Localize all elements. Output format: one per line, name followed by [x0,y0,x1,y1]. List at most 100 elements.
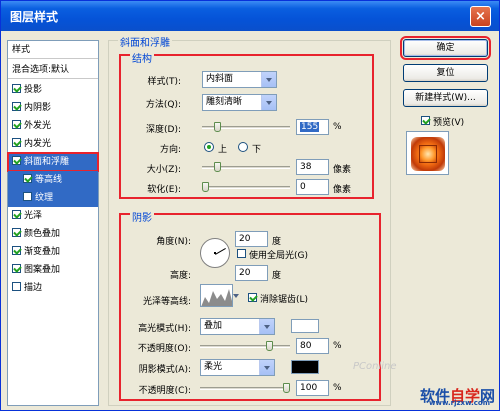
highlight-mode-label: 高光模式(H): [138,324,191,334]
style-item-label: 投影 [24,85,43,95]
style-item[interactable]: 光泽 [8,207,98,225]
style-item[interactable]: 内发光 [8,135,98,153]
style-item-checkbox[interactable] [12,156,21,165]
style-item[interactable]: 等高线 [8,171,98,189]
angle-input[interactable]: 20 [235,231,268,247]
depth-input[interactable]: 155 [296,119,329,135]
style-item-checkbox[interactable] [12,210,21,219]
styles-list: 样式 混合选项:默认 投影内阴影外发光内发光 斜面和浮雕等高线纹理光泽颜色叠加渐变… [7,40,99,406]
highlight-opacity-handle[interactable] [266,341,273,351]
highlight-opacity-slider[interactable] [200,341,290,351]
depth-slider[interactable] [202,122,290,132]
soften-input[interactable]: 0 [296,179,329,195]
watermark-url: www.rjzxw.com [429,399,490,407]
depth-unit: % [333,122,342,132]
direction-up-radio[interactable] [204,142,214,152]
style-item[interactable]: 斜面和浮雕 [7,152,99,172]
preview-checkbox[interactable] [421,116,430,125]
depth-slider-handle[interactable] [214,122,221,132]
depth-label: 深度(D): [146,125,181,135]
preview-label[interactable]: 预览(V) [433,115,464,128]
anti-aliased-checkbox[interactable] [248,293,257,302]
style-item[interactable]: 渐变叠加 [8,243,98,261]
shadow-color-swatch[interactable] [291,360,319,374]
gloss-contour-dropdown[interactable] [233,288,244,305]
style-item[interactable]: 图案叠加 [8,261,98,279]
style-item-checkbox[interactable] [12,120,21,129]
chevron-down-icon [261,72,276,87]
style-item[interactable]: 投影 [8,81,98,99]
ok-button[interactable]: 确定 [400,36,491,60]
highlight-opacity-unit: % [333,341,342,351]
altitude-input[interactable]: 20 [235,265,268,281]
technique-select[interactable]: 雕刻清晰 [202,94,277,111]
shadow-opacity-label: 不透明度(C): [138,386,191,396]
soften-unit: 像素 [333,185,352,195]
style-item-checkbox[interactable] [12,264,21,273]
highlight-opacity-input[interactable]: 80 [296,338,329,354]
size-slider[interactable] [202,162,290,172]
highlight-mode-select[interactable]: 叠加 [200,318,275,335]
bevel-section-title: 斜面和浮雕 [118,34,172,49]
shadow-mode-select[interactable]: 柔光 [200,359,275,376]
style-item-checkbox[interactable] [12,138,21,147]
style-preview-thumbnail [406,131,449,175]
angle-dial[interactable] [200,238,230,268]
styles-header[interactable]: 样式 [8,41,98,59]
style-item-label: 等高线 [35,175,63,185]
close-button[interactable]: × [470,6,491,27]
style-item[interactable]: 内阴影 [8,99,98,117]
shadow-mode-value: 柔光 [204,362,223,372]
style-item-label: 光泽 [24,211,43,221]
size-slider-handle[interactable] [214,162,221,172]
direction-down-radio[interactable] [238,142,248,152]
style-item[interactable]: 外发光 [8,117,98,135]
anti-aliased-label[interactable]: 消除锯齿(L) [260,292,308,305]
shadow-opacity-input[interactable]: 100 [296,380,329,396]
soften-slider[interactable] [202,182,290,192]
altitude-label: 高度: [169,271,191,281]
highlight-mode-value: 叠加 [204,321,223,331]
style-label: 样式(T): [147,77,181,87]
technique-value: 雕刻清晰 [206,97,243,107]
chevron-down-icon [259,319,274,334]
style-item-checkbox[interactable] [12,102,21,111]
chevron-down-icon [259,360,274,375]
style-item[interactable]: 纹理 [8,189,98,207]
reset-button[interactable]: 复位 [403,64,488,82]
style-item-checkbox[interactable] [12,282,21,291]
style-item[interactable]: 描边 [8,279,98,297]
shadow-opacity-slider[interactable] [200,383,290,393]
shadow-opacity-handle[interactable] [283,383,290,393]
site-watermark: 软件自学网 www.rjzxw.com [420,385,495,407]
global-light-checkbox[interactable] [237,249,246,258]
style-item-label: 外发光 [24,121,52,131]
style-select[interactable]: 内斜面 [202,71,277,88]
angle-unit: 度 [272,237,282,247]
size-label: 大小(Z): [146,165,181,175]
style-item[interactable]: 颜色叠加 [8,225,98,243]
style-item-label: 图案叠加 [24,265,61,275]
highlight-color-swatch[interactable] [291,319,319,333]
style-item-checkbox[interactable] [12,246,21,255]
soften-slider-handle[interactable] [202,182,209,192]
new-style-button[interactable]: 新建样式(W)... [403,89,488,107]
blend-options-item[interactable]: 混合选项:默认 [8,61,98,79]
size-input[interactable]: 38 [296,159,329,175]
style-item-checkbox[interactable] [23,174,32,183]
style-item-checkbox[interactable] [12,84,21,93]
style-item-checkbox[interactable] [23,192,32,201]
shading-title: 阴影 [130,209,154,224]
style-item-label: 颜色叠加 [24,229,61,239]
chevron-down-icon [261,95,276,110]
style-item-checkbox[interactable] [12,228,21,237]
soften-label: 软化(E): [147,185,181,195]
style-item-label: 纹理 [35,193,54,203]
technique-label: 方法(Q): [145,100,181,110]
direction-up-label[interactable]: 上 [218,142,227,155]
style-item-label: 内阴影 [24,103,52,113]
direction-down-label[interactable]: 下 [252,142,261,155]
global-light-label[interactable]: 使用全局光(G) [249,248,308,261]
chevron-down-icon [229,288,244,303]
size-unit: 像素 [333,165,352,175]
